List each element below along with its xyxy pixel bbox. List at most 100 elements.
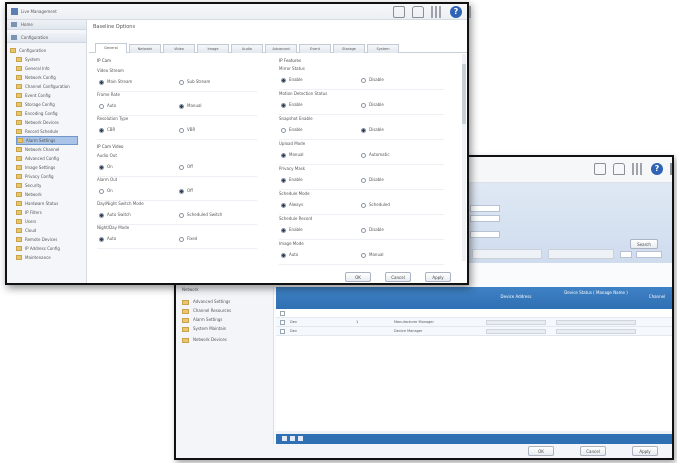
sidebar-item[interactable]: IP Address Config <box>16 244 78 253</box>
col-header-status[interactable]: Device Status ( Manage Name ) <box>556 290 636 295</box>
radio-option[interactable]: Auto Switch <box>99 212 131 218</box>
radio-button[interactable] <box>99 103 104 109</box>
cancel-button[interactable]: Cancel <box>580 446 606 456</box>
radio-button[interactable] <box>179 212 184 218</box>
radio-button[interactable] <box>281 102 286 108</box>
delete-icon[interactable] <box>298 436 303 441</box>
sidebar-item[interactable]: Alarm Settings <box>16 136 78 145</box>
radio-option[interactable]: Disable <box>361 127 384 133</box>
sidebar-section-home[interactable]: Home <box>7 20 86 30</box>
back-nav-advanced[interactable]: Advanced Settings <box>182 299 230 305</box>
apply-button[interactable]: Apply <box>425 272 451 282</box>
radio-option[interactable]: Enable <box>281 177 303 183</box>
sidebar-item[interactable]: Storage Config <box>16 100 78 109</box>
radio-button[interactable] <box>281 202 286 208</box>
tab-audio[interactable]: Audio <box>231 44 263 53</box>
sidebar-item[interactable]: Advanced Config <box>16 154 78 163</box>
ok-button[interactable]: OK <box>345 272 371 282</box>
radio-button[interactable] <box>99 236 104 242</box>
help-icon[interactable]: ? <box>450 6 462 18</box>
filter-field-2[interactable] <box>470 215 500 222</box>
tab-event[interactable]: Event <box>299 44 331 53</box>
col-header-address[interactable]: Device Address <box>486 294 546 299</box>
back-nav-devices[interactable]: Network Devices <box>182 337 227 343</box>
radio-option[interactable]: Enable <box>281 102 303 108</box>
help-icon[interactable]: ? <box>651 163 663 175</box>
sidebar-item[interactable]: Configuration <box>10 46 84 55</box>
radio-option[interactable]: On <box>99 188 113 194</box>
sidebar-item[interactable]: Network Devices <box>16 118 78 127</box>
radio-button[interactable] <box>281 127 286 133</box>
sidebar-item[interactable]: Record Schedule <box>16 127 78 136</box>
sidebar-item[interactable]: Cloud <box>16 226 78 235</box>
sidebar-item[interactable]: Network Config <box>16 73 78 82</box>
back-subtab-2[interactable] <box>548 249 614 259</box>
radio-option[interactable]: Auto <box>99 103 116 109</box>
radio-button[interactable] <box>179 236 184 242</box>
table-row[interactable]: Dev Device Manager <box>276 327 672 336</box>
radio-button[interactable] <box>99 212 104 218</box>
tab-system[interactable]: System <box>367 44 399 53</box>
filter-field-3[interactable] <box>470 231 500 238</box>
cancel-button[interactable]: Cancel <box>385 272 411 282</box>
radio-button[interactable] <box>361 152 366 158</box>
radio-button[interactable] <box>361 127 366 133</box>
back-nav-maintain[interactable]: System Maintain <box>182 326 226 332</box>
exit-icon[interactable] <box>469 6 481 18</box>
radio-button[interactable] <box>179 103 184 109</box>
radio-option[interactable]: Enable <box>281 77 303 83</box>
radio-option[interactable]: Auto <box>281 252 298 258</box>
radio-option[interactable]: Always <box>281 202 303 208</box>
grid-icon[interactable] <box>431 6 443 18</box>
sidebar-item[interactable]: Encoding Config <box>16 109 78 118</box>
table-row[interactable] <box>276 309 672 318</box>
sidebar-item[interactable]: Channel Configuration <box>16 82 78 91</box>
sidebar-item[interactable]: Remote Devices <box>16 235 78 244</box>
sidebar-item[interactable]: Event Config <box>16 91 78 100</box>
radio-button[interactable] <box>361 202 366 208</box>
table-row[interactable]: Dev 1 Manufacturer Manager <box>276 318 672 327</box>
search-button[interactable]: Search <box>630 239 658 249</box>
radio-option[interactable]: Enable <box>281 227 303 233</box>
lock-icon[interactable] <box>613 163 625 175</box>
tab-storage[interactable]: Storage <box>333 44 365 53</box>
back-nav-channel[interactable]: Channel Resources <box>182 308 231 314</box>
radio-button[interactable] <box>281 227 286 233</box>
sidebar-item[interactable]: Network <box>16 190 78 199</box>
radio-button[interactable] <box>179 164 184 170</box>
sidebar-item[interactable]: Security <box>16 181 78 190</box>
row-checkbox[interactable] <box>280 320 285 325</box>
grid-icon[interactable] <box>632 163 644 175</box>
radio-button[interactable] <box>361 77 366 83</box>
radio-button[interactable] <box>179 188 184 194</box>
radio-option[interactable]: On <box>99 164 113 170</box>
edit-icon[interactable] <box>290 436 295 441</box>
radio-button[interactable] <box>99 127 104 133</box>
tab-image[interactable]: Image <box>197 44 229 53</box>
radio-option[interactable]: Disable <box>361 77 384 83</box>
scrollbar-thumb[interactable] <box>462 64 466 124</box>
radio-option[interactable]: Manual <box>281 152 304 158</box>
tab-network[interactable]: Network <box>129 44 161 53</box>
vertical-scrollbar[interactable] <box>462 54 466 261</box>
tab-advanced[interactable]: Advanced <box>265 44 297 53</box>
sidebar-item[interactable]: System <box>16 55 78 64</box>
radio-button[interactable] <box>99 164 104 170</box>
exit-icon[interactable] <box>670 163 677 175</box>
tab-video[interactable]: Video <box>163 44 195 53</box>
radio-option[interactable]: Fixed <box>179 236 197 242</box>
radio-option[interactable]: Enable <box>281 127 303 133</box>
col-header-channel[interactable]: Channel <box>642 294 672 299</box>
radio-button[interactable] <box>361 102 366 108</box>
sidebar-item[interactable]: General Info <box>16 64 78 73</box>
radio-button[interactable] <box>281 177 286 183</box>
radio-button[interactable] <box>361 177 366 183</box>
radio-option[interactable]: Scheduled Switch <box>179 212 222 218</box>
sidebar-item[interactable]: IP Filters <box>16 208 78 217</box>
add-icon[interactable] <box>282 436 287 441</box>
radio-option[interactable]: Disable <box>361 177 384 183</box>
radio-option[interactable]: Off <box>179 164 193 170</box>
radio-button[interactable] <box>179 127 184 133</box>
radio-option[interactable]: Scheduled <box>361 202 390 208</box>
sidebar-section-configuration[interactable]: Configuration <box>7 33 86 43</box>
